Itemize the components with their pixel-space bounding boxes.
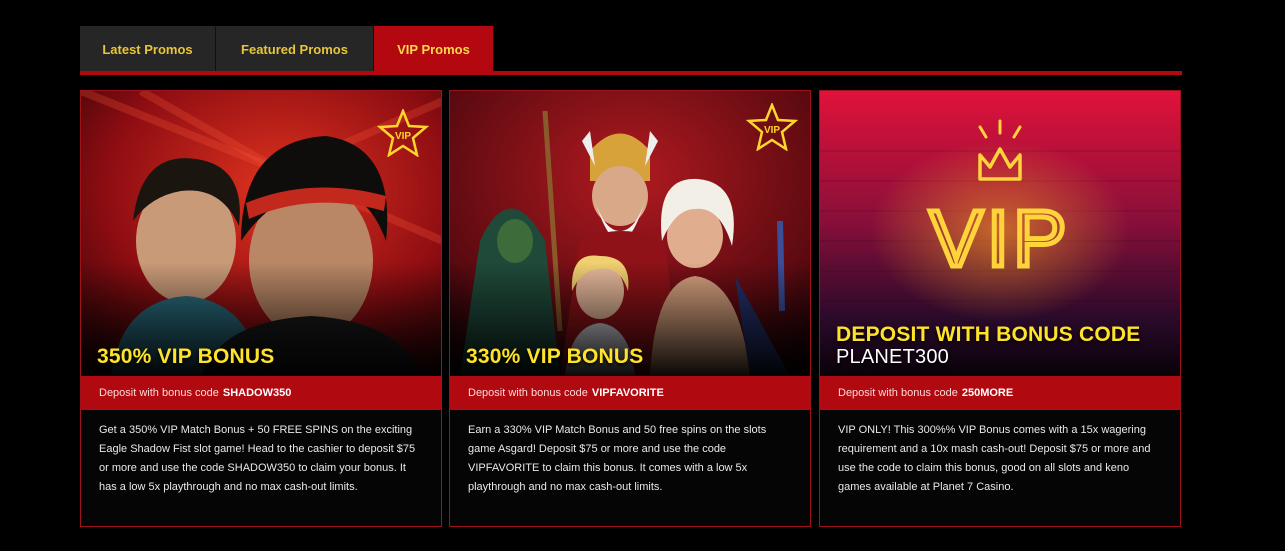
svg-text:VIP: VIP [395, 131, 411, 142]
bonus-code-bar: Deposit with bonus code VIPFAVORITE [450, 376, 810, 410]
tab-vip-promos[interactable]: VIP Promos [374, 26, 494, 72]
promo-title: 350% VIP BONUS [97, 345, 275, 368]
promo-title-main: DEPOSIT WITH BONUS CODE [836, 323, 1141, 346]
promo-description: Earn a 330% VIP Match Bonus and 50 free … [468, 424, 767, 493]
promo-card-vipfavorite[interactable]: VIP 330% VIP BONUS Deposit with bonus co… [449, 90, 811, 527]
promo-image-vip-neon: VIP DEPOSIT WITH BONUS CODE PLANET300 [820, 91, 1180, 376]
promo-image-eagle-shadow-fist: VIP 350% VIP BONUS [81, 91, 441, 376]
promo-description: Get a 350% VIP Match Bonus + 50 FREE SPI… [99, 424, 416, 493]
vip-star-icon: VIP [377, 109, 429, 157]
bonus-code: 250MORE [961, 387, 1014, 399]
promo-card-250more[interactable]: VIP DEPOSIT WITH BONUS CODE PLANET300 De… [819, 90, 1181, 527]
bonus-code-bar: Deposit with bonus code SHADOW350 [81, 376, 441, 410]
tab-underline [80, 71, 1182, 75]
bonus-code-label: Deposit with bonus code [468, 387, 588, 399]
tab-latest-promos[interactable]: Latest Promos [80, 26, 216, 72]
promo-title: DEPOSIT WITH BONUS CODE PLANET300 [836, 323, 1170, 369]
promo-title-code: PLANET300 [836, 346, 949, 368]
promo-tabs: Latest Promos Featured Promos VIP Promos [80, 26, 494, 72]
bonus-code-label: Deposit with bonus code [838, 387, 958, 399]
promo-card-shadow350[interactable]: VIP 350% VIP BONUS Deposit with bonus co… [80, 90, 442, 527]
neon-vip-sign: VIP [930, 194, 1071, 283]
promo-image-asgard: VIP 330% VIP BONUS [450, 91, 810, 376]
vip-star-icon: VIP [746, 103, 798, 151]
promo-title: 330% VIP BONUS [466, 345, 644, 368]
tab-featured-promos[interactable]: Featured Promos [216, 26, 374, 72]
bonus-code: SHADOW350 [222, 387, 292, 399]
bonus-code: VIPFAVORITE [591, 387, 664, 399]
bonus-code-bar: Deposit with bonus code 250MORE [820, 376, 1180, 410]
svg-text:VIP: VIP [764, 125, 780, 136]
promo-description: VIP ONLY! This 300%% VIP Bonus comes wit… [838, 424, 1151, 493]
bonus-code-label: Deposit with bonus code [99, 387, 219, 399]
